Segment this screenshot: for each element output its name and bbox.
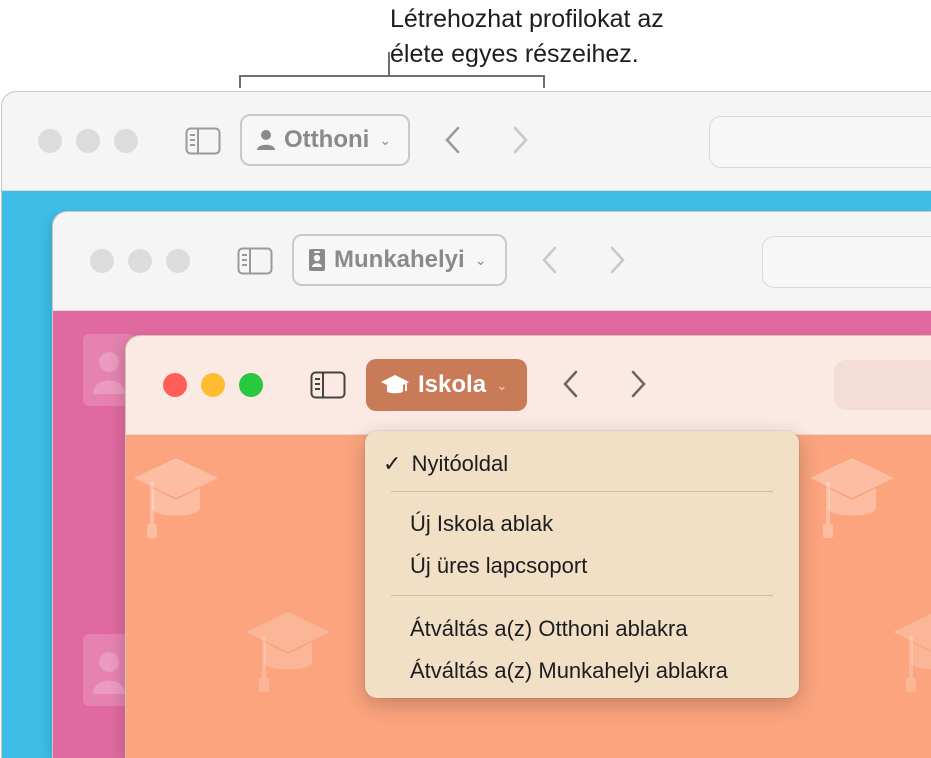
toolbar-school: Iskola ⌄ [126, 336, 931, 435]
menu-separator [391, 595, 773, 596]
sidebar-toggle-icon[interactable] [310, 371, 346, 399]
person-icon [257, 130, 275, 150]
chevron-down-icon: ⌄ [379, 131, 392, 148]
callout-bracket [239, 52, 545, 88]
minimize-button[interactable] [128, 249, 152, 273]
zoom-button[interactable] [239, 373, 263, 397]
chevron-down-icon: ⌄ [474, 251, 487, 268]
callout-line-1: Létrehozhat profilokat az [390, 5, 664, 33]
graduation-cap-icon [381, 375, 409, 394]
back-icon[interactable] [556, 364, 586, 404]
close-button[interactable] [90, 249, 114, 273]
graduation-cap-watermark-icon [893, 613, 931, 692]
minimize-button[interactable] [76, 129, 100, 153]
back-icon[interactable] [438, 120, 468, 160]
graduation-cap-watermark-icon [810, 458, 894, 538]
graduation-cap-watermark-icon [134, 458, 218, 538]
minimize-button[interactable] [201, 373, 225, 397]
id-badge-icon [309, 249, 325, 271]
menu-item-switch-work[interactable]: Átváltás a(z) Munkahelyi ablakra [410, 658, 728, 684]
profile-button-school[interactable]: Iskola ⌄ [366, 359, 527, 411]
chevron-down-icon: ⌄ [496, 376, 508, 393]
menu-item-start-page[interactable]: ✓ Nyitóoldal [383, 451, 508, 477]
forward-icon[interactable] [623, 364, 653, 404]
forward-icon[interactable] [505, 120, 535, 160]
profile-button-home[interactable]: Otthoni ⌄ [240, 114, 410, 166]
profile-button-work[interactable]: Munkahelyi ⌄ [292, 234, 507, 286]
checkmark-icon: ✓ [383, 451, 402, 476]
close-button[interactable] [163, 373, 187, 397]
back-icon[interactable] [535, 240, 565, 280]
address-bar[interactable] [834, 360, 931, 410]
address-bar[interactable] [762, 236, 931, 288]
sidebar-toggle-icon[interactable] [185, 127, 221, 155]
menu-item-new-tab-group[interactable]: Új üres lapcsoport [410, 553, 587, 579]
zoom-button[interactable] [114, 129, 138, 153]
address-bar[interactable] [709, 116, 931, 168]
graduation-cap-watermark-icon [246, 612, 330, 692]
menu-separator [391, 491, 773, 492]
profile-label: Otthoni [284, 126, 370, 153]
profile-label: Munkahelyi [334, 246, 465, 273]
profile-label: Iskola [418, 371, 487, 398]
toolbar-work: Munkahelyi ⌄ [53, 212, 931, 311]
menu-item-new-window[interactable]: Új Iskola ablak [410, 511, 553, 537]
close-button[interactable] [38, 129, 62, 153]
toolbar-home: Otthoni ⌄ [2, 92, 931, 191]
menu-item-label: Nyitóoldal [411, 451, 509, 476]
forward-icon[interactable] [602, 240, 632, 280]
sidebar-toggle-icon[interactable] [237, 247, 273, 275]
zoom-button[interactable] [166, 249, 190, 273]
profile-menu: ✓ Nyitóoldal Új Iskola ablak Új üres lap… [365, 431, 799, 698]
menu-item-switch-home[interactable]: Átváltás a(z) Otthoni ablakra [410, 616, 688, 642]
